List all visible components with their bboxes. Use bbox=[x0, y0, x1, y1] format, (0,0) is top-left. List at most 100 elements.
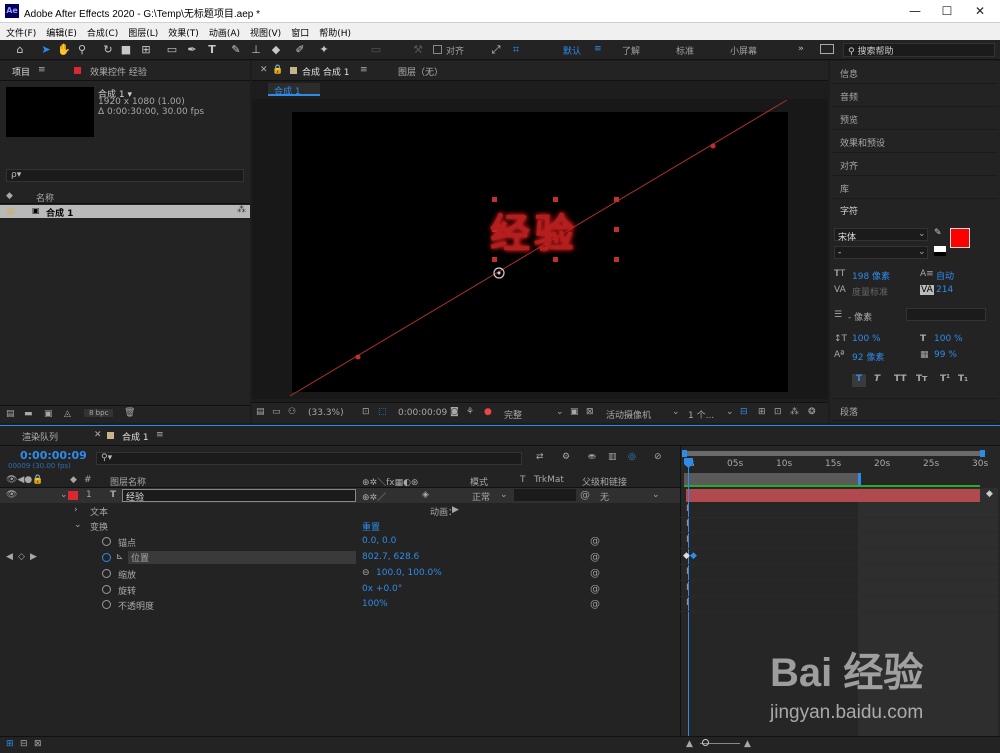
flowchart-icon[interactable]: ⁂ bbox=[237, 205, 246, 215]
close-button[interactable]: ✕ bbox=[963, 0, 997, 23]
maximize-button[interactable]: ☐ bbox=[930, 0, 964, 23]
snap-icon[interactable]: ⚒ bbox=[410, 42, 426, 58]
tab-composition[interactable]: 合成 合成 1 bbox=[302, 65, 349, 78]
baseline-shift-value[interactable]: 92 像素 bbox=[852, 350, 884, 363]
project-search-input[interactable]: ρ▾ bbox=[6, 169, 244, 182]
snapshot-icon[interactable]: ◙ bbox=[450, 407, 459, 417]
faux-italic-button[interactable]: T bbox=[874, 374, 880, 384]
reset-exposure-icon[interactable]: ❂ bbox=[808, 407, 816, 417]
subscript-button[interactable]: T₁ bbox=[958, 374, 968, 384]
next-keyframe-icon[interactable]: ▶ bbox=[30, 552, 37, 562]
tsume-value[interactable]: 99 % bbox=[934, 350, 957, 360]
panel-preview[interactable]: 预览 bbox=[832, 107, 998, 130]
keyframe-diamond-icon[interactable]: ◆ bbox=[683, 551, 690, 561]
font-family-dropdown[interactable]: 宋体 bbox=[834, 228, 928, 243]
workspace-learn[interactable]: 了解 bbox=[622, 44, 640, 57]
menu-view[interactable]: 视图(V) bbox=[244, 23, 285, 39]
parent-pickwhip-icon[interactable]: @ bbox=[580, 490, 590, 501]
menu-effect[interactable]: 效果(T) bbox=[162, 23, 203, 39]
property-row-position[interactable]: ◀ ◇ ▶ ⊾ 位置 802.7, 628.6 @ bbox=[0, 550, 680, 565]
menu-animation[interactable]: 动画(A) bbox=[203, 23, 244, 39]
menu-window[interactable]: 窗口 bbox=[285, 23, 313, 39]
panel-audio[interactable]: 音频 bbox=[832, 84, 998, 107]
continuous-raster-icon[interactable]: ◈ bbox=[422, 490, 429, 500]
horizontal-scale-value[interactable]: 100 % bbox=[934, 334, 963, 344]
snap-options-icon[interactable]: ⌗ bbox=[508, 42, 524, 58]
time-navigator[interactable] bbox=[684, 451, 984, 456]
parent-column-header[interactable]: 父级和链接 bbox=[582, 475, 627, 488]
timeline-search-input[interactable]: ⚲▾ bbox=[96, 452, 522, 465]
comp-breadcrumb[interactable]: 合成 1 bbox=[268, 83, 320, 97]
timeline-timecode[interactable]: 0:00:00:09 bbox=[20, 449, 87, 462]
snapping-icon[interactable]: ⤢ bbox=[488, 42, 504, 58]
small-caps-button[interactable]: Tт bbox=[916, 374, 927, 384]
collapse-arrow-icon[interactable]: ⌄ bbox=[74, 520, 82, 530]
label-column-icon[interactable]: ◆ bbox=[6, 191, 13, 201]
layer-duration-bar[interactable] bbox=[686, 489, 980, 502]
work-area-bar[interactable] bbox=[684, 473, 860, 485]
panel-effects-presets[interactable]: 效果和预设 bbox=[832, 130, 998, 153]
parent-dropdown[interactable]: 无 bbox=[600, 490, 609, 503]
fill-color-swatch[interactable] bbox=[950, 228, 970, 248]
hand-tool-icon[interactable]: ✋ bbox=[56, 42, 72, 58]
project-menu-icon[interactable]: ≡ bbox=[38, 65, 46, 75]
label-color-swatch[interactable] bbox=[68, 491, 78, 500]
region-of-interest-icon[interactable]: ▣ bbox=[570, 407, 579, 417]
expand-arrow-icon[interactable]: ⌄ bbox=[60, 490, 68, 500]
in-out-toggle-icon[interactable]: ⊠ bbox=[34, 739, 42, 749]
pickwhip-icon[interactable]: @ bbox=[590, 584, 600, 595]
layer-row[interactable]: 👁 ⌄ 1 T 经验 ⊕✲／ ◈ 正常 ⌄ @ 无 ⌄ bbox=[0, 488, 680, 503]
all-caps-button[interactable]: TT bbox=[894, 374, 907, 384]
rectangle-tool-icon[interactable]: ▭ bbox=[164, 42, 180, 58]
quality-dropdown[interactable]: 完整 bbox=[504, 408, 522, 421]
switches-column-icons[interactable]: ⊕✲＼fx▦◐⊛ bbox=[362, 475, 418, 488]
adjust-icon[interactable]: ◬ bbox=[64, 409, 71, 419]
superscript-button[interactable]: T¹ bbox=[940, 374, 950, 384]
frame-blending-icon[interactable]: ▥ bbox=[608, 452, 617, 462]
workspace-menu-icon[interactable]: ≡ bbox=[594, 44, 602, 54]
sync-settings-icon[interactable] bbox=[820, 44, 834, 54]
panel-info[interactable]: 信息 bbox=[832, 61, 998, 84]
property-row-rotation[interactable]: 旋转 0x +0.0° @ bbox=[0, 582, 680, 597]
workspace-standard[interactable]: 标准 bbox=[676, 44, 694, 57]
av-features-icon[interactable]: 👁◀●🔒 bbox=[6, 475, 43, 485]
motion-keyframe-dot[interactable] bbox=[355, 354, 361, 360]
channel-icon[interactable]: ● bbox=[484, 407, 492, 417]
transform-group-row[interactable]: ⌄ 变换 重置 bbox=[0, 518, 680, 533]
pen-tool-icon[interactable]: ✒ bbox=[184, 42, 200, 58]
kerning-value[interactable]: 度量标准 bbox=[852, 285, 888, 298]
motion-keyframe-dot[interactable] bbox=[710, 143, 716, 149]
fast-previews-icon[interactable]: ⊟ bbox=[740, 407, 748, 417]
font-size-value[interactable]: 198 像素 bbox=[852, 269, 890, 282]
shy-layers-icon[interactable]: ⛂ bbox=[588, 452, 596, 462]
draft-3d-icon[interactable]: ⚙ bbox=[562, 452, 570, 462]
property-row-opacity[interactable]: 不透明度 100% @ bbox=[0, 597, 680, 612]
property-value[interactable]: 100% bbox=[362, 599, 388, 609]
panel-align[interactable]: 对齐 bbox=[832, 153, 998, 176]
panel-paragraph[interactable]: 段落 bbox=[832, 398, 998, 421]
new-folder-icon[interactable]: ▬ bbox=[24, 409, 33, 419]
eraser-tool-icon[interactable]: ◆ bbox=[268, 42, 284, 58]
name-column-header[interactable]: 名称 bbox=[36, 191, 54, 204]
comp-button-icon[interactable]: ◆ bbox=[986, 489, 993, 499]
prev-keyframe-icon[interactable]: ◀ bbox=[6, 552, 13, 562]
menu-edit[interactable]: 编辑(E) bbox=[40, 23, 81, 39]
property-row-scale[interactable]: 缩放 ⊖ 100.0, 100.0% @ bbox=[0, 566, 680, 581]
resolution-icon[interactable]: ⊡ bbox=[362, 407, 370, 417]
add-keyframe-icon[interactable]: ◇ bbox=[18, 552, 25, 562]
trkmat-dropdown[interactable] bbox=[514, 489, 576, 501]
font-style-dropdown[interactable]: - bbox=[834, 246, 928, 259]
lock-icon[interactable]: 🔒 bbox=[272, 65, 283, 75]
workspace-small-screen[interactable]: 小屏幕 bbox=[730, 44, 757, 57]
property-row-anchor[interactable]: 锚点 0.0, 0.0 @ bbox=[0, 534, 680, 549]
trkmat-column-header[interactable]: TrkMat bbox=[534, 475, 564, 485]
transfer-controls-icon[interactable]: ⊟ bbox=[20, 739, 28, 749]
close-tab-icon[interactable]: ✕ bbox=[94, 430, 102, 440]
timeline-icon[interactable]: ⊞ bbox=[758, 407, 766, 417]
tab-project[interactable]: 项目 bbox=[12, 65, 30, 78]
transparency-grid-icon[interactable]: ⬚ bbox=[378, 407, 387, 417]
stopwatch-active-icon[interactable] bbox=[102, 553, 111, 562]
graph-editor-icon[interactable]: ⊘ bbox=[654, 452, 662, 462]
timeline-menu-icon[interactable]: ≡ bbox=[156, 430, 164, 440]
home-icon[interactable]: ⌂ bbox=[12, 42, 28, 58]
